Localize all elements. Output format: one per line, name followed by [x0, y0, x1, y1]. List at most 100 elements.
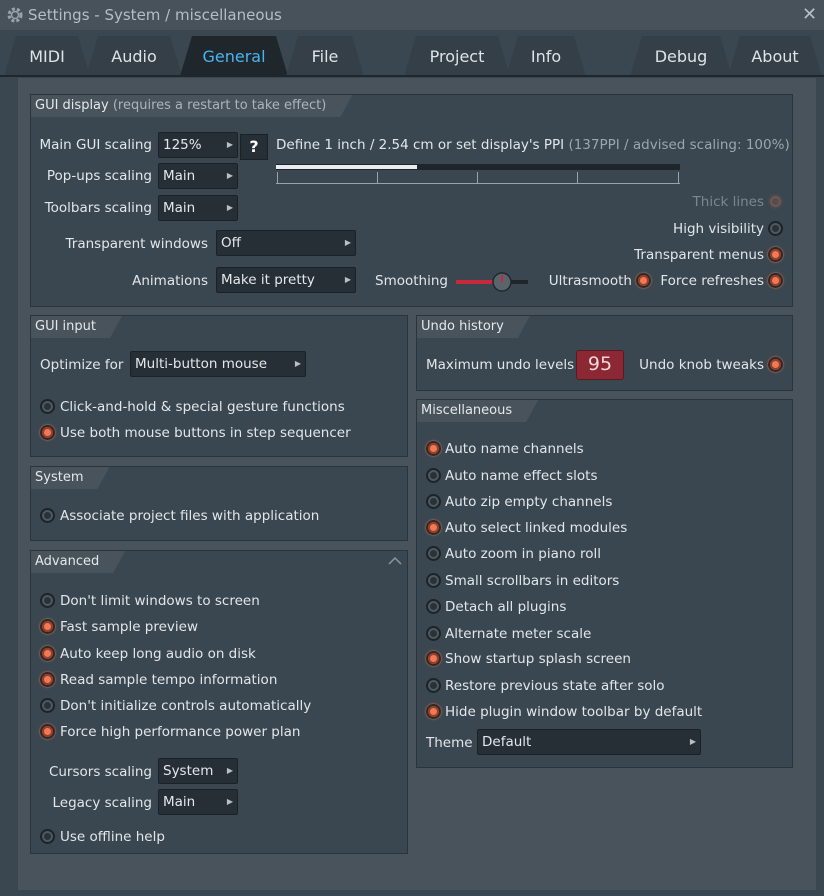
misc-option-label[interactable]: Show startup splash screen	[445, 651, 631, 667]
main-gui-scaling-value: 125%	[163, 137, 202, 153]
main-gui-scaling-dropdown[interactable]: 125% ▶	[158, 132, 238, 158]
popups-scaling-dropdown[interactable]: Main ▶	[158, 163, 238, 189]
ultrasmooth-label: Ultrasmooth	[548, 273, 632, 289]
ppi-ruler-baseline	[276, 183, 680, 184]
max-undo-levels-input[interactable]: 95	[576, 350, 624, 380]
tab-about[interactable]: About	[728, 36, 822, 76]
ppi-text: Define 1 inch / 2.54 cm or set display's…	[276, 137, 565, 153]
tab-file[interactable]: File	[286, 36, 364, 76]
main-gui-scaling-label: Main GUI scaling	[39, 137, 153, 153]
misc-option-toggle[interactable]	[426, 651, 441, 666]
associate-files-toggle[interactable]	[40, 508, 55, 523]
transparent-windows-value: Off	[221, 235, 241, 251]
animations-value: Make it pretty	[221, 272, 315, 288]
advanced-header: Advanced	[31, 551, 125, 573]
transparent-windows-dropdown[interactable]: Off ▶	[216, 230, 356, 256]
associate-files-label[interactable]: Associate project files with application	[60, 508, 319, 524]
ppi-help-button[interactable]: ?	[240, 134, 268, 160]
misc-option-label[interactable]: Alternate meter scale	[445, 626, 591, 642]
theme-dropdown[interactable]: Default ▶	[477, 729, 701, 755]
gesture-functions-label[interactable]: Click-and-hold & special gesture functio…	[60, 399, 345, 415]
advanced-option-toggle[interactable]	[40, 619, 55, 634]
chevron-up-icon[interactable]	[388, 556, 402, 566]
thick-lines-toggle[interactable]	[768, 194, 783, 209]
advanced-option-toggle[interactable]	[40, 672, 55, 687]
transparent-menus-label: Transparent menus	[634, 247, 764, 263]
miscellaneous-header: Miscellaneous	[417, 400, 538, 422]
cursors-scaling-dropdown[interactable]: System ▶	[158, 758, 238, 784]
high-visibility-label: High visibility	[673, 221, 764, 237]
legacy-scaling-dropdown[interactable]: Main ▶	[158, 789, 238, 815]
misc-option-toggle[interactable]	[426, 494, 441, 509]
both-mouse-buttons-toggle[interactable]	[40, 425, 55, 440]
smoothing-label: Smoothing	[375, 273, 448, 289]
tab-underline	[0, 75, 824, 77]
tab-audio[interactable]: Audio	[86, 36, 182, 76]
dropdown-arrow-icon: ▶	[226, 203, 233, 212]
tab-project[interactable]: Project	[404, 36, 510, 76]
close-icon[interactable]: ✕	[802, 4, 817, 25]
misc-option-toggle[interactable]	[426, 678, 441, 693]
toolbars-scaling-dropdown[interactable]: Main ▶	[158, 195, 238, 221]
ppi-ruler-tick	[277, 172, 278, 184]
thick-lines-label: Thick lines	[692, 194, 764, 210]
misc-option-label[interactable]: Detach all plugins	[445, 599, 566, 615]
misc-option-label[interactable]: Auto select linked modules	[445, 520, 627, 536]
advanced-option-label[interactable]: Fast sample preview	[60, 619, 198, 635]
misc-option-toggle[interactable]	[426, 704, 441, 719]
tab-debug[interactable]: Debug	[630, 36, 732, 76]
advanced-option-label[interactable]: Force high performance power plan	[60, 724, 300, 740]
advanced-title: Advanced	[35, 554, 100, 569]
transparent-menus-toggle[interactable]	[768, 247, 783, 262]
offline-help-label[interactable]: Use offline help	[60, 829, 165, 845]
gui-display-header: GUI display (requires a restart to take …	[31, 95, 352, 117]
title-bar: Settings - System / miscellaneous ✕	[0, 0, 824, 30]
misc-option-label[interactable]: Auto name effect slots	[445, 468, 598, 484]
animations-dropdown[interactable]: Make it pretty ▶	[216, 267, 356, 293]
misc-option-label[interactable]: Auto zip empty channels	[445, 494, 612, 510]
misc-option-label[interactable]: Auto zoom in piano roll	[445, 546, 601, 562]
tab-general[interactable]: General	[180, 36, 288, 76]
both-mouse-buttons-label[interactable]: Use both mouse buttons in step sequencer	[60, 425, 351, 441]
misc-option-toggle[interactable]	[426, 573, 441, 588]
misc-option-toggle[interactable]	[426, 546, 441, 561]
optimize-for-label: Optimize for	[40, 357, 124, 373]
gesture-functions-toggle[interactable]	[40, 399, 55, 414]
misc-option-toggle[interactable]	[426, 520, 441, 535]
advanced-option-toggle[interactable]	[40, 724, 55, 739]
misc-option-label[interactable]: Small scrollbars in editors	[445, 573, 619, 589]
system-title: System	[35, 470, 84, 485]
popups-scaling-label: Pop-ups scaling	[46, 168, 152, 184]
misc-option-label[interactable]: Restore previous state after solo	[445, 678, 665, 694]
misc-option-toggle[interactable]	[426, 626, 441, 641]
ppi-ruler-tick	[377, 172, 378, 184]
tab-info[interactable]: Info	[506, 36, 586, 76]
misc-option-toggle[interactable]	[426, 599, 441, 614]
advanced-option-toggle[interactable]	[40, 646, 55, 661]
advanced-option-label[interactable]: Read sample tempo information	[60, 672, 277, 688]
advanced-option-label[interactable]: Auto keep long audio on disk	[60, 646, 256, 662]
high-visibility-toggle[interactable]	[768, 221, 783, 236]
advanced-option-toggle[interactable]	[40, 593, 55, 608]
optimize-for-dropdown[interactable]: Multi-button mouse ▶	[130, 351, 306, 377]
max-undo-levels-label: Maximum undo levels	[426, 357, 575, 373]
misc-option-toggle[interactable]	[426, 468, 441, 483]
animations-label: Animations	[132, 273, 208, 289]
dropdown-arrow-icon: ▶	[689, 737, 696, 746]
tab-midi[interactable]: MIDI	[4, 36, 90, 76]
misc-option-label[interactable]: Hide plugin window toolbar by default	[445, 704, 702, 720]
advanced-option-label[interactable]: Don't limit windows to screen	[60, 593, 260, 609]
miscellaneous-title: Miscellaneous	[421, 403, 513, 418]
system-panel: System	[30, 466, 408, 541]
force-refreshes-toggle[interactable]	[768, 273, 783, 288]
advanced-option-label[interactable]: Don't initialize controls automatically	[60, 698, 311, 714]
theme-value: Default	[482, 734, 532, 750]
misc-option-label[interactable]: Auto name channels	[445, 441, 584, 457]
dropdown-arrow-icon: ▶	[344, 275, 351, 284]
smoothing-slider[interactable]	[456, 272, 528, 292]
legacy-scaling-label: Legacy scaling	[52, 795, 153, 811]
undo-knob-tweaks-toggle[interactable]	[768, 357, 783, 372]
advanced-option-toggle[interactable]	[40, 698, 55, 713]
offline-help-toggle[interactable]	[40, 829, 55, 844]
misc-option-toggle[interactable]	[426, 441, 441, 456]
